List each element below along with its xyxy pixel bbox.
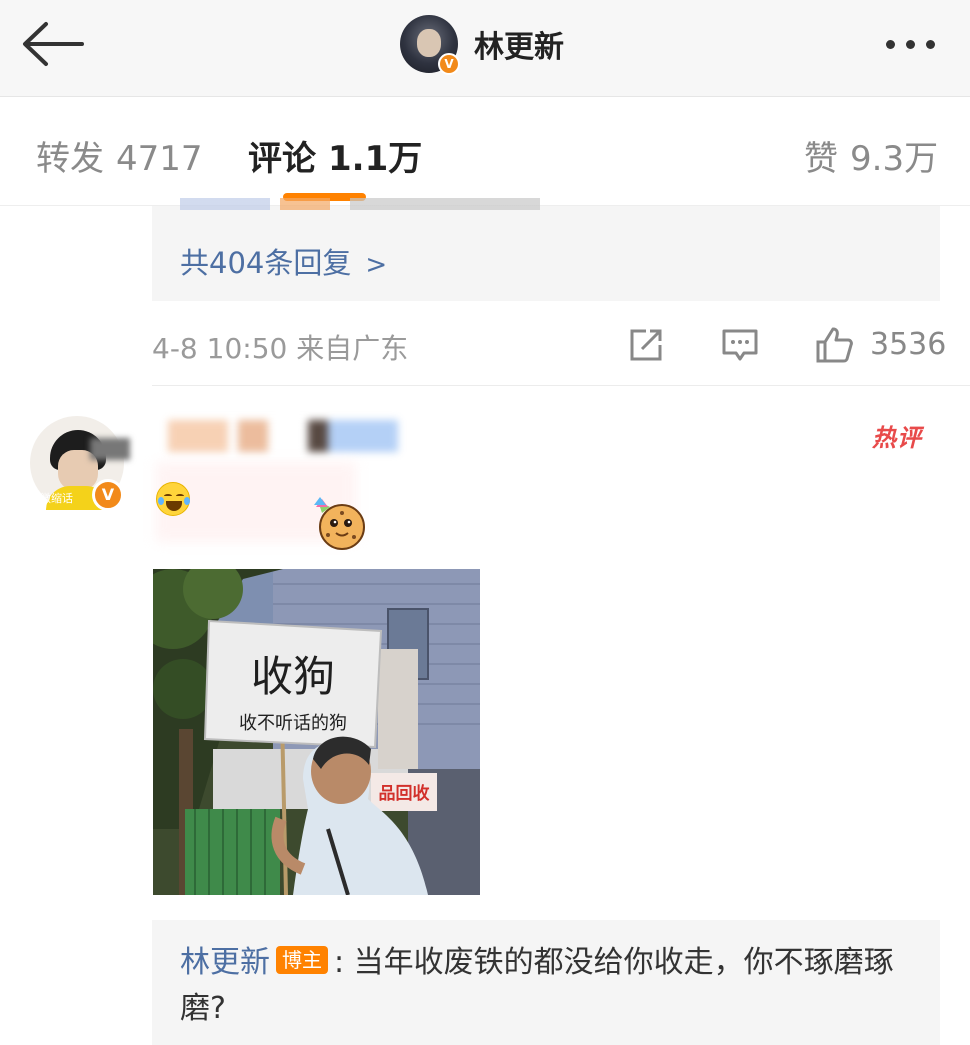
tab-comments[interactable]: 评论 1.1万 bbox=[248, 131, 422, 180]
tab-count: 9.3万 bbox=[850, 139, 939, 179]
top-nav-bar: V 林更新 bbox=[0, 0, 970, 97]
back-arrow-icon[interactable] bbox=[20, 20, 86, 68]
verified-badge-icon: V bbox=[438, 53, 460, 75]
tab-label: 赞 bbox=[804, 139, 838, 179]
tab-count: 1.1万 bbox=[328, 139, 423, 179]
comment-timestamp: 4-8 10:50 来自广东 bbox=[152, 332, 409, 365]
sign-main-text: 收狗 bbox=[251, 652, 335, 701]
tab-label: 评论 bbox=[248, 139, 316, 179]
hot-comment-badge: 热评 bbox=[872, 424, 922, 452]
replies-count-label: 共404条回复 bbox=[180, 246, 352, 280]
nav-user[interactable]: V 林更新 bbox=[400, 14, 564, 75]
author-reply-box[interactable]: 林更新 博主: 当年收废铁的都没给你收走，你不琢磨琢磨? bbox=[152, 920, 940, 1045]
page-title: 林更新 bbox=[474, 30, 564, 65]
share-icon[interactable] bbox=[626, 325, 666, 365]
author-reply: 林更新 博主: 当年收废铁的都没给你收走，你不琢磨琢磨? bbox=[180, 940, 920, 1032]
reply-author-name[interactable]: 林更新 bbox=[180, 945, 270, 980]
reply-preview-box: 共404条回复 > bbox=[152, 198, 940, 301]
interaction-tabs: 转发 4717 评论 1.1万 赞 9.3万 bbox=[0, 97, 970, 206]
laugh-cry-emoji-icon bbox=[156, 482, 190, 516]
user-avatar[interactable]: V bbox=[400, 15, 460, 75]
more-options-icon[interactable] bbox=[886, 34, 946, 54]
tab-count: 4717 bbox=[116, 139, 203, 179]
cookie-sticker-icon bbox=[314, 497, 365, 550]
tab-reposts[interactable]: 转发 4717 bbox=[36, 131, 203, 180]
like-icon[interactable] bbox=[814, 325, 854, 365]
blurred-username[interactable] bbox=[168, 420, 398, 452]
comment-divider bbox=[152, 385, 970, 386]
comment-meta-row: 4-8 10:50 来自广东 3536 bbox=[152, 325, 946, 369]
avatar-watermark: 微缩话 bbox=[40, 492, 73, 505]
sign-sub-text: 收不听话的狗 bbox=[239, 713, 347, 734]
like-count: 3536 bbox=[870, 327, 947, 362]
comment-icon[interactable] bbox=[720, 325, 760, 365]
blogger-tag-badge: 博主 bbox=[276, 946, 328, 974]
comment-photo[interactable]: 品回收 收狗 收不听话的狗 bbox=[153, 569, 480, 895]
truncated-reply-line bbox=[180, 192, 540, 216]
view-all-replies-link[interactable]: 共404条回复 > bbox=[180, 240, 387, 282]
tab-label: 转发 bbox=[36, 139, 104, 179]
shop-sign-text: 品回收 bbox=[379, 783, 430, 804]
tab-likes[interactable]: 赞 9.3万 bbox=[804, 131, 938, 180]
chevron-right-icon: > bbox=[365, 250, 388, 280]
verified-badge-icon: V bbox=[92, 479, 124, 511]
